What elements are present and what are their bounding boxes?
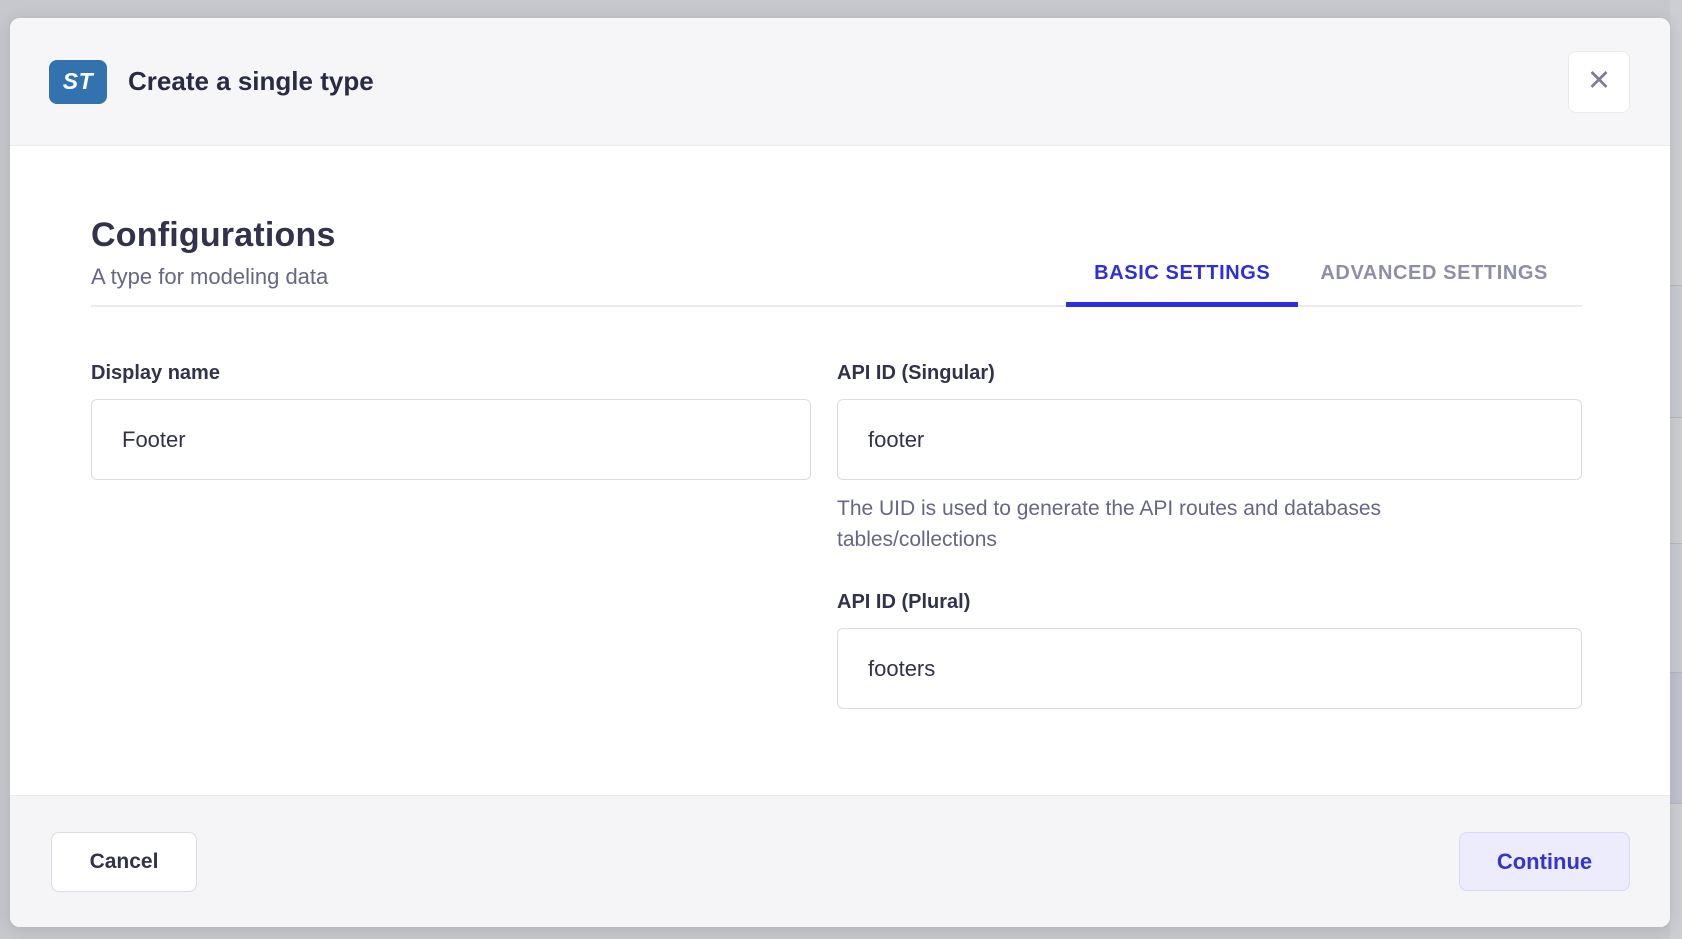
backdrop-segment bbox=[1670, 417, 1682, 544]
tab-basic-settings[interactable]: BASIC SETTINGS bbox=[1094, 262, 1270, 305]
backdrop-segment bbox=[1670, 285, 1682, 418]
cancel-button[interactable]: Cancel bbox=[51, 832, 197, 892]
close-icon: ✕ bbox=[1587, 67, 1611, 96]
section-title: Configurations bbox=[91, 216, 336, 255]
configuration-form: Display name API ID (Singular) The UID i… bbox=[91, 307, 1582, 709]
api-id-plural-label: API ID (Plural) bbox=[837, 591, 1582, 614]
api-id-hint-text: The UID is used to generate the API rout… bbox=[837, 493, 1527, 555]
backdrop-segment bbox=[1670, 543, 1682, 673]
modal-header: ST Create a single type ✕ bbox=[10, 18, 1670, 146]
modal-title: Create a single type bbox=[128, 66, 374, 97]
create-single-type-modal: ST Create a single type ✕ Configurations… bbox=[10, 18, 1670, 927]
section-header: Configurations A type for modeling data … bbox=[91, 146, 1582, 307]
api-id-singular-input[interactable] bbox=[837, 399, 1582, 480]
modal-footer: Cancel Continue bbox=[10, 795, 1670, 927]
api-id-singular-field: API ID (Singular) The UID is used to gen… bbox=[837, 362, 1582, 555]
api-id-singular-label: API ID (Singular) bbox=[837, 362, 1582, 385]
backdrop-segment bbox=[1670, 672, 1682, 804]
backdrop-right-strip bbox=[1670, 0, 1682, 938]
close-button[interactable]: ✕ bbox=[1568, 51, 1630, 113]
display-name-input[interactable] bbox=[91, 399, 811, 480]
continue-button[interactable]: Continue bbox=[1459, 832, 1630, 891]
display-name-label: Display name bbox=[91, 362, 811, 385]
section-subtitle: A type for modeling data bbox=[91, 264, 336, 290]
tab-advanced-settings[interactable]: ADVANCED SETTINGS bbox=[1320, 262, 1548, 305]
modal-body: Configurations A type for modeling data … bbox=[10, 146, 1670, 795]
single-type-badge-icon: ST bbox=[49, 60, 107, 104]
display-name-field: Display name bbox=[91, 362, 811, 709]
api-id-plural-input[interactable] bbox=[837, 628, 1582, 709]
backdrop-segment bbox=[1670, 803, 1682, 939]
section-titles: Configurations A type for modeling data bbox=[91, 216, 336, 305]
backdrop-segment bbox=[1670, 0, 1682, 285]
settings-tabs: BASIC SETTINGS ADVANCED SETTINGS bbox=[1044, 262, 1582, 305]
api-id-column: API ID (Singular) The UID is used to gen… bbox=[837, 362, 1582, 709]
api-id-plural-field: API ID (Plural) bbox=[837, 591, 1582, 709]
